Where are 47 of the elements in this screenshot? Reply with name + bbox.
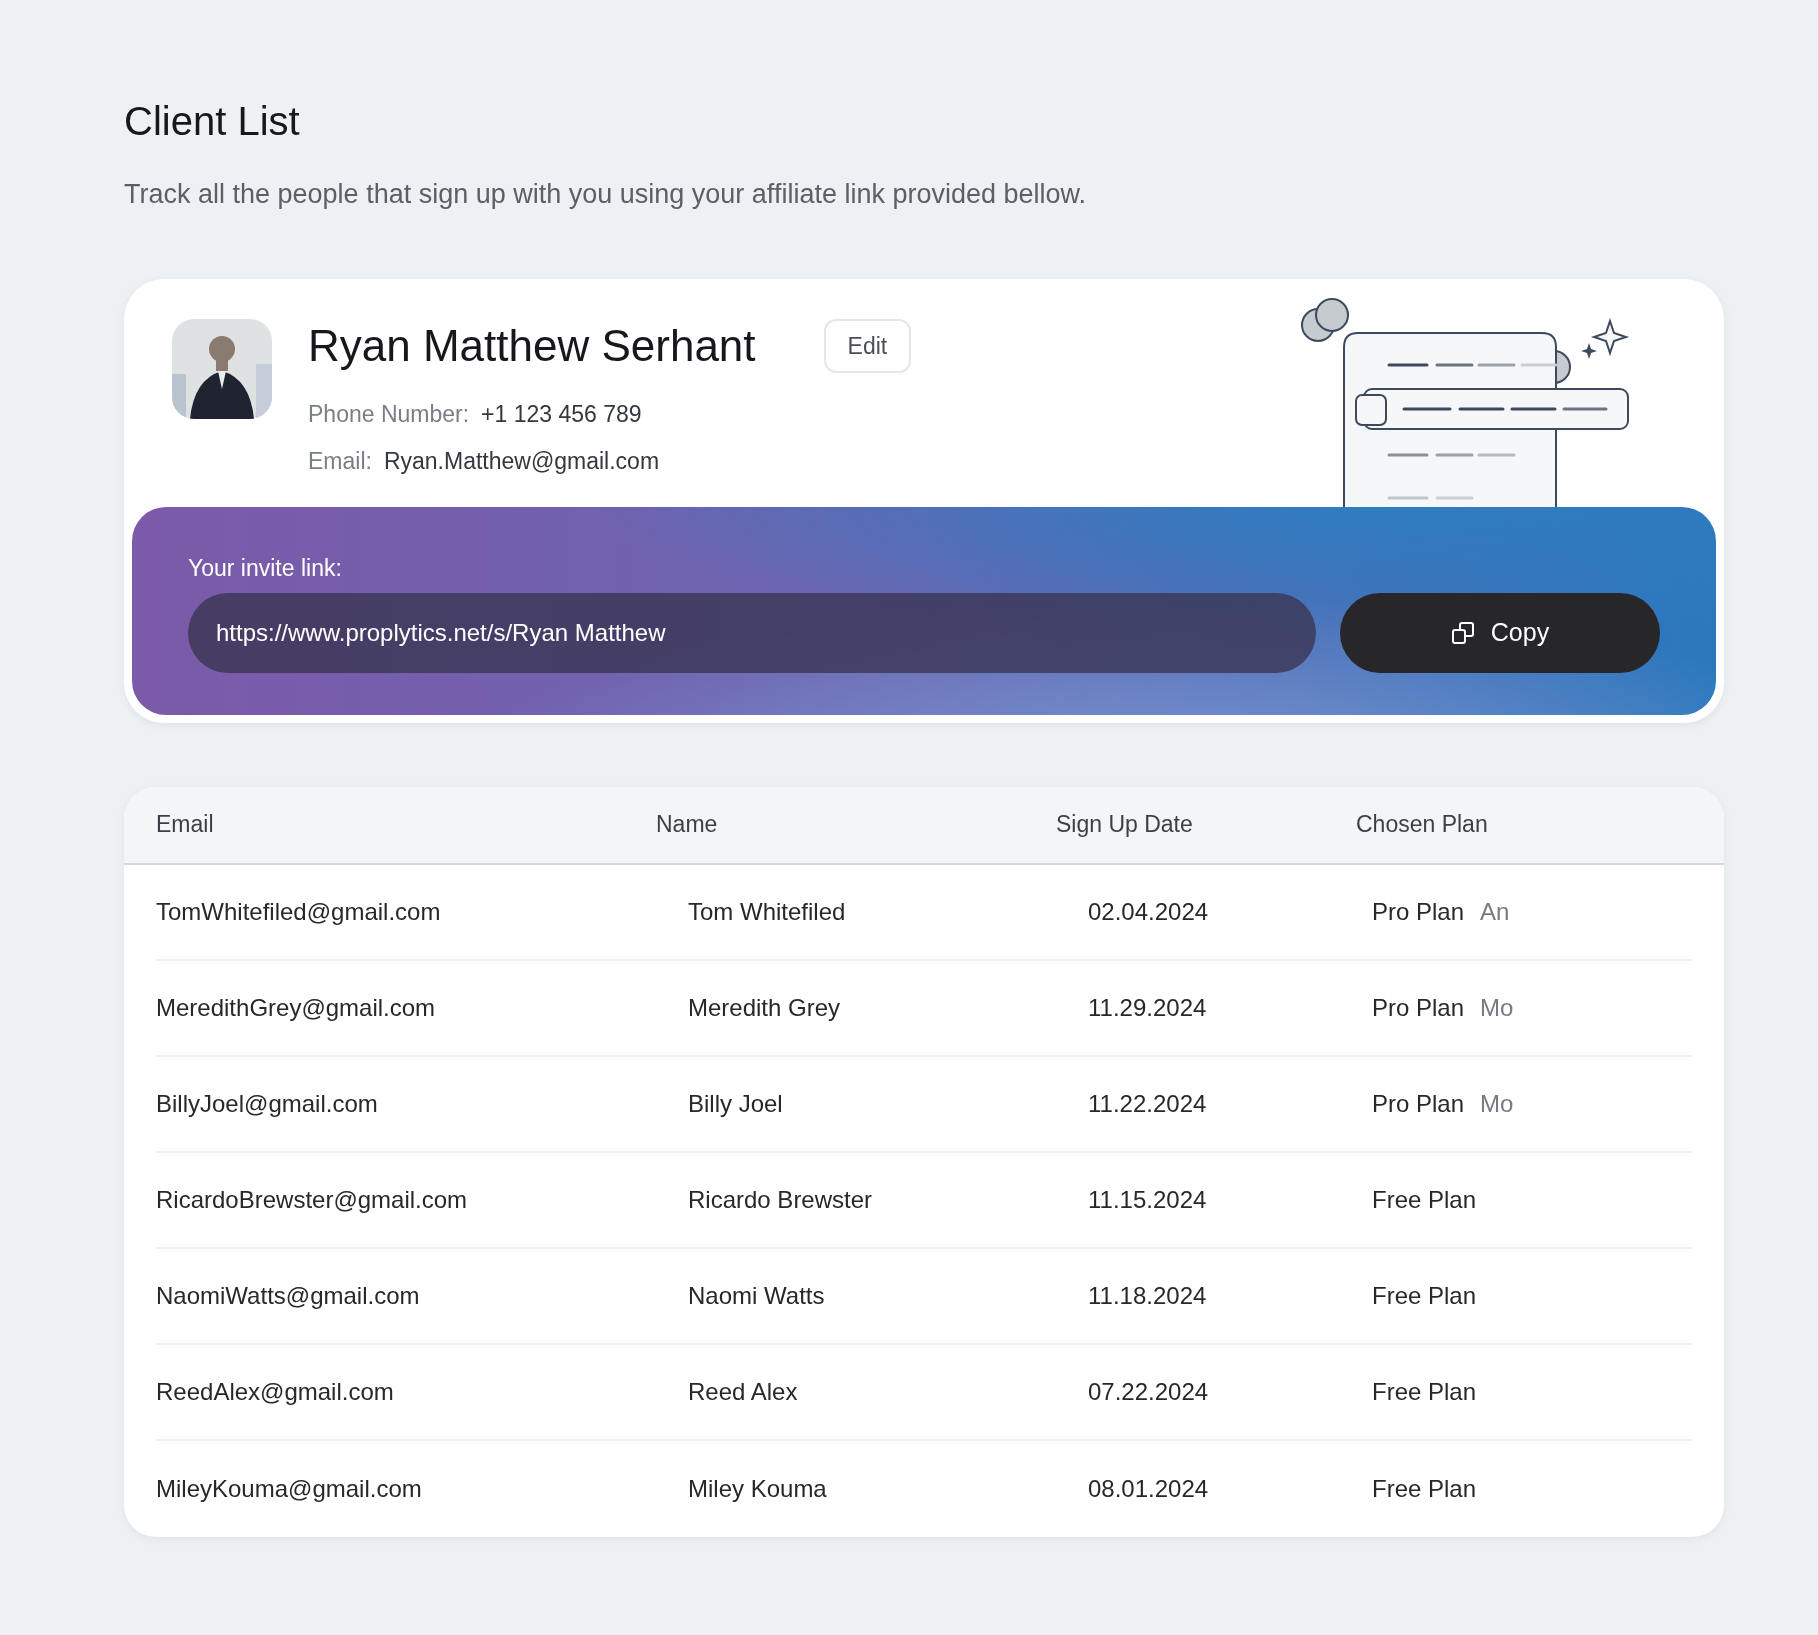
table-cell-text: 07.22.2024 [1088, 1376, 1210, 1407]
table-cell-text: 11.15.2024 [1088, 1184, 1208, 1215]
plan-name: Free Plan [1372, 1184, 1477, 1215]
plan-name: Pro Plan [1372, 1088, 1465, 1119]
invite-link-field[interactable]: https://www.proplytics.net/s/Ryan Matthew [188, 593, 1316, 673]
billing-period: Mo [1480, 1088, 1514, 1119]
table-cell-text: 11.22.2024 [1088, 1088, 1208, 1119]
page-title: Client List [124, 98, 301, 145]
table-cell-text: 11.29.2024 [1088, 992, 1208, 1023]
table-cell-text: TomWhitefiled@gmail.com [156, 896, 442, 927]
table-cell-text: Ricardo Brewster [688, 1184, 874, 1215]
invite-label: Your invite link: [188, 553, 343, 583]
plan-name: Free Plan [1372, 1376, 1477, 1407]
table-cell-text: RicardoBrewster@gmail.com [156, 1184, 469, 1215]
email-address: Ryan.Matthew@gmail.com [383, 446, 660, 476]
table-cell-text: Tom Whitefiled [688, 896, 847, 927]
profile-name: Ryan Matthew Serhant [308, 323, 756, 368]
phone-label: Phone Number: [308, 400, 470, 429]
table-cell-text: Miley Kouma [688, 1473, 828, 1504]
table-cell-text: Meredith Grey [688, 992, 842, 1023]
plan-name: Pro Plan [1372, 896, 1465, 927]
email-label: Email: [308, 446, 372, 476]
column-header: Chosen Plan [1356, 810, 1489, 840]
table-cell-text: ReedAlex@gmail.com [156, 1376, 395, 1407]
billing-period: Mo [1480, 992, 1514, 1023]
column-header: Name [656, 810, 719, 840]
column-header: Email [156, 810, 215, 840]
table-cell-text: Naomi Watts [688, 1280, 826, 1311]
table-cell-text: 11.18.2024 [1088, 1280, 1208, 1311]
page-subtitle: Track all the people that sign up with you using your affiliate link provided bellow. [124, 178, 1088, 211]
table-cell-text: 08.01.2024 [1088, 1473, 1210, 1504]
table-cell-text: NaomiWatts@gmail.com [156, 1280, 421, 1311]
column-header: Sign Up Date [1056, 810, 1194, 840]
copy-icon [1450, 621, 1475, 645]
edit-button[interactable]: Edit [823, 318, 912, 373]
billing-period: An [1480, 896, 1510, 927]
table-cell-text: MeredithGrey@gmail.com [156, 992, 437, 1023]
table-cell-text: BillyJoel@gmail.com [156, 1088, 379, 1119]
plan-name: Pro Plan [1372, 992, 1465, 1023]
table-cell-text: MileyKouma@gmail.com [156, 1473, 423, 1504]
table-cell-text: Reed Alex [688, 1376, 799, 1407]
table-cell-text: Billy Joel [688, 1088, 784, 1119]
phone-number: +1 123 456 789 [481, 400, 642, 429]
plan-name: Free Plan [1372, 1473, 1477, 1504]
plan-name: Free Plan [1372, 1280, 1477, 1311]
table-cell-text: 02.04.2024 [1088, 896, 1210, 927]
copy-button[interactable]: Copy [1340, 593, 1660, 673]
